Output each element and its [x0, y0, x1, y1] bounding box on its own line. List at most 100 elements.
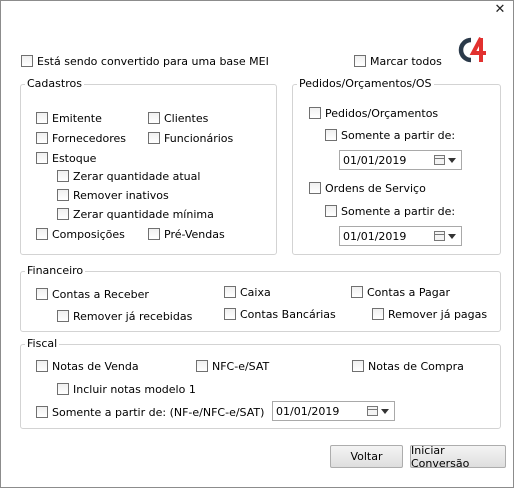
- nfce-sat-label: NFC-e/SAT: [212, 359, 270, 373]
- pre-vendas-checkbox[interactable]: Pré-Vendas: [148, 227, 225, 241]
- checkbox-box[interactable]: [57, 208, 69, 220]
- ordens-servico-label: Ordens de Serviço: [325, 181, 426, 195]
- checkbox-box[interactable]: [309, 107, 321, 119]
- checkbox-box[interactable]: [36, 152, 48, 164]
- composicoes-checkbox[interactable]: Composições: [36, 227, 125, 241]
- checkbox-box[interactable]: [325, 205, 337, 217]
- pedidos-somente-checkbox[interactable]: Somente a partir de:: [325, 128, 455, 142]
- contas-pagar-label: Contas a Pagar: [367, 285, 451, 299]
- checkbox-box[interactable]: [57, 170, 69, 182]
- checkbox-box[interactable]: [224, 286, 236, 298]
- notas-compra-checkbox[interactable]: Notas de Compra: [352, 359, 464, 373]
- fornecedores-label: Fornecedores: [52, 131, 127, 145]
- clientes-label: Clientes: [164, 111, 209, 125]
- ordens-date-value: 01/01/2019: [343, 229, 407, 243]
- checkbox-box[interactable]: [36, 112, 48, 124]
- pedidos-somente-label: Somente a partir de:: [341, 128, 456, 142]
- checkbox-box[interactable]: [224, 308, 236, 320]
- mei-checkbox[interactable]: Está sendo convertido para uma base MEI: [21, 54, 269, 68]
- remover-pagas-checkbox[interactable]: Remover já pagas: [372, 307, 487, 321]
- conversion-dialog: ✕ Está sendo convertido para uma base ME…: [0, 0, 514, 488]
- zerar-qtd-minima-label: Zerar quantidade mínima: [73, 207, 214, 221]
- iniciar-conversao-button[interactable]: Iniciar Conversão: [410, 444, 506, 470]
- pedidos-title: Pedidos/Orçamentos/OS: [297, 77, 434, 90]
- estoque-checkbox[interactable]: Estoque: [36, 151, 96, 165]
- calendar-icon[interactable]: [367, 406, 378, 416]
- pedidos-date-picker[interactable]: 01/01/2019: [339, 150, 462, 170]
- nfce-sat-checkbox[interactable]: NFC-e/SAT: [196, 359, 269, 373]
- caixa-label: Caixa: [240, 285, 271, 299]
- pre-vendas-label: Pré-Vendas: [164, 227, 225, 241]
- ordens-somente-label: Somente a partir de:: [341, 204, 456, 218]
- notas-venda-checkbox[interactable]: Notas de Venda: [36, 359, 139, 373]
- checkbox-box[interactable]: [148, 228, 160, 240]
- contas-pagar-checkbox[interactable]: Contas a Pagar: [351, 285, 450, 299]
- financeiro-title: Financeiro: [25, 264, 86, 277]
- checkbox-box[interactable]: [148, 112, 160, 124]
- checkbox-box[interactable]: [57, 310, 69, 322]
- notas-compra-label: Notas de Compra: [368, 359, 464, 373]
- checkbox-box[interactable]: [325, 129, 337, 141]
- zerar-qtd-minima-checkbox[interactable]: Zerar quantidade mínima: [57, 207, 214, 221]
- checkbox-box[interactable]: [57, 383, 69, 395]
- cadastros-title: Cadastros: [25, 77, 84, 90]
- checkbox-box[interactable]: [21, 55, 33, 67]
- pedidos-orcamentos-checkbox[interactable]: Pedidos/Orçamentos: [309, 106, 438, 120]
- contas-bancarias-label: Contas Bancárias: [240, 307, 336, 321]
- checkbox-box[interactable]: [309, 182, 321, 194]
- ordens-servico-checkbox[interactable]: Ordens de Serviço: [309, 181, 426, 195]
- pedidos-orcamentos-label: Pedidos/Orçamentos: [325, 106, 439, 120]
- contas-receber-checkbox[interactable]: Contas a Receber: [36, 287, 149, 301]
- checkbox-box[interactable]: [36, 228, 48, 240]
- checkbox-box[interactable]: [36, 360, 48, 372]
- estoque-label: Estoque: [52, 151, 97, 165]
- incluir-modelo1-label: Incluir notas modelo 1: [73, 382, 196, 396]
- contas-receber-label: Contas a Receber: [52, 287, 149, 301]
- remover-recebidas-checkbox[interactable]: Remover já recebidas: [57, 309, 192, 323]
- fiscal-somente-checkbox[interactable]: Somente a partir de: (NF-e/NFC-e/SAT): [36, 405, 264, 419]
- chevron-down-icon[interactable]: [381, 408, 389, 414]
- checkbox-box[interactable]: [36, 288, 48, 300]
- calendar-icon[interactable]: [434, 231, 445, 241]
- zerar-qtd-atual-label: Zerar quantidade atual: [73, 169, 201, 183]
- fiscal-title: Fiscal: [25, 337, 60, 350]
- chevron-down-icon[interactable]: [448, 233, 456, 239]
- composicoes-label: Composições: [52, 227, 125, 241]
- checkbox-box[interactable]: [36, 406, 48, 418]
- clientes-checkbox[interactable]: Clientes: [148, 111, 208, 125]
- caixa-checkbox[interactable]: Caixa: [224, 285, 271, 299]
- checkbox-box[interactable]: [352, 360, 364, 372]
- voltar-button[interactable]: Voltar: [330, 445, 403, 468]
- select-all-checkbox[interactable]: Marcar todos: [354, 54, 442, 68]
- fornecedores-checkbox[interactable]: Fornecedores: [36, 131, 126, 145]
- notas-venda-label: Notas de Venda: [52, 359, 139, 373]
- ordens-date-picker[interactable]: 01/01/2019: [339, 226, 462, 246]
- incluir-modelo1-checkbox[interactable]: Incluir notas modelo 1: [57, 382, 196, 396]
- fiscal-somente-label: Somente a partir de: (NF-e/NFC-e/SAT): [52, 405, 265, 419]
- checkbox-box[interactable]: [36, 132, 48, 144]
- calendar-icon[interactable]: [434, 155, 445, 165]
- checkbox-box[interactable]: [196, 360, 208, 372]
- mei-label: Está sendo convertido para uma base MEI: [37, 54, 269, 68]
- chevron-down-icon[interactable]: [448, 157, 456, 163]
- fiscal-date-value: 01/01/2019: [276, 404, 340, 418]
- remover-inativos-label: Remover inativos: [73, 188, 169, 202]
- checkbox-box[interactable]: [354, 55, 366, 67]
- fiscal-date-picker[interactable]: 01/01/2019: [272, 401, 395, 421]
- remover-inativos-checkbox[interactable]: Remover inativos: [57, 188, 169, 202]
- funcionarios-label: Funcionários: [164, 131, 234, 145]
- select-all-label: Marcar todos: [370, 54, 442, 68]
- checkbox-box[interactable]: [148, 132, 160, 144]
- checkbox-box[interactable]: [57, 189, 69, 201]
- c4-logo-icon: [458, 37, 486, 63]
- funcionarios-checkbox[interactable]: Funcionários: [148, 131, 233, 145]
- emitente-label: Emitente: [52, 111, 102, 125]
- emitente-checkbox[interactable]: Emitente: [36, 111, 102, 125]
- checkbox-box[interactable]: [372, 308, 384, 320]
- contas-bancarias-checkbox[interactable]: Contas Bancárias: [224, 307, 336, 321]
- zerar-qtd-atual-checkbox[interactable]: Zerar quantidade atual: [57, 169, 200, 183]
- checkbox-box[interactable]: [351, 286, 363, 298]
- ordens-somente-checkbox[interactable]: Somente a partir de:: [325, 204, 455, 218]
- pedidos-date-value: 01/01/2019: [343, 153, 407, 167]
- close-icon[interactable]: ✕: [493, 3, 507, 17]
